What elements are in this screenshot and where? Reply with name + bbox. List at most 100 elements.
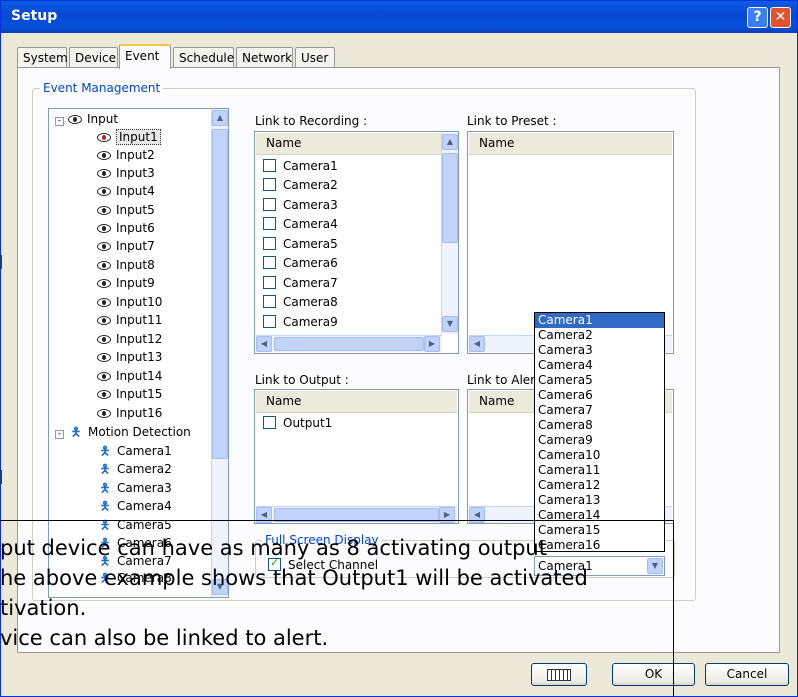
tree-item-input4[interactable]: Input4 (97, 182, 155, 200)
checkbox[interactable] (263, 416, 276, 429)
scroll-thumb[interactable] (442, 153, 458, 243)
recording-vscroll[interactable]: ▲ ▼ (441, 133, 458, 334)
recording-hscroll[interactable]: ◀ ▶ (256, 335, 442, 352)
tree-item-input5[interactable]: Input5 (97, 201, 155, 219)
scroll-right-icon[interactable]: ▶ (439, 507, 455, 523)
output-name-header[interactable]: Name (256, 391, 457, 413)
list-item[interactable]: Camera4 (263, 215, 338, 234)
scroll-thumb[interactable] (212, 129, 228, 459)
dropdown-option[interactable]: Camera16 (535, 538, 664, 553)
chevron-down-icon[interactable]: ▼ (647, 558, 663, 574)
tree-item-input14[interactable]: Input14 (97, 367, 162, 385)
scroll-left-icon[interactable]: ◀ (469, 336, 485, 352)
ok-button[interactable]: OK (612, 663, 695, 686)
dropdown-option[interactable]: Camera2 (535, 328, 664, 343)
list-item[interactable]: Camera5 (263, 235, 338, 254)
list-item[interactable]: Camera2 (263, 176, 338, 195)
tree-item-input15[interactable]: Input15 (97, 385, 162, 403)
dropdown-option[interactable]: Camera7 (535, 403, 664, 418)
output-hscroll[interactable]: ◀ ▶ (256, 506, 457, 523)
scroll-up-icon[interactable]: ▲ (212, 110, 228, 126)
collapse-icon[interactable]: - (55, 430, 64, 439)
title-bar[interactable]: Setup ? ✕ (1, 1, 797, 33)
dropdown-option[interactable]: Camera12 (535, 478, 664, 493)
scroll-left-icon[interactable]: ◀ (469, 507, 485, 523)
scroll-left-icon[interactable]: ◀ (256, 507, 272, 523)
tree-item-input11[interactable]: Input11 (97, 311, 162, 329)
link-recording-label: Link to Recording : (255, 114, 368, 128)
tree-item-input13[interactable]: Input13 (97, 348, 162, 366)
keyboard-button[interactable] (531, 663, 587, 686)
camera-dropdown-list[interactable]: Camera1 Camera2 Camera3 Camera4 Camera5 … (534, 312, 665, 552)
scroll-right-icon[interactable]: ▶ (424, 336, 440, 352)
cancel-button[interactable]: Cancel (705, 663, 789, 686)
tree-scrollbar[interactable]: ▲ ▼ (211, 109, 228, 597)
help-button[interactable]: ? (747, 7, 768, 28)
dropdown-option[interactable]: Camera11 (535, 463, 664, 478)
close-button[interactable]: ✕ (770, 7, 791, 28)
dropdown-option[interactable]: Camera10 (535, 448, 664, 463)
tree-item-input2[interactable]: Input2 (97, 146, 155, 164)
checkbox[interactable] (263, 237, 276, 250)
scroll-up-icon[interactable]: ▲ (442, 134, 458, 150)
checkbox[interactable] (263, 295, 276, 308)
tree-item-input9[interactable]: Input9 (97, 274, 155, 292)
tree-item-camera2[interactable]: 🯅 Camera2 (97, 460, 172, 478)
collapse-icon[interactable]: - (55, 117, 64, 126)
dropdown-option[interactable]: Camera6 (535, 388, 664, 403)
tree-item-camera4[interactable]: 🯅 Camera4 (97, 497, 172, 515)
dropdown-option[interactable]: Camera3 (535, 343, 664, 358)
list-item[interactable]: Camera1 (263, 157, 338, 176)
tab-device[interactable]: Device (69, 47, 118, 68)
person-icon: 🯅 (99, 444, 111, 458)
list-item[interactable]: Camera9 (263, 313, 338, 332)
preset-name-header[interactable]: Name (469, 133, 672, 155)
event-tree[interactable]: - Input Input1 Input2 Input3 Input4 Input… (48, 108, 229, 598)
dropdown-option[interactable]: Camera1 (535, 313, 664, 328)
tab-event[interactable]: Event (119, 44, 171, 69)
scroll-thumb[interactable] (274, 337, 424, 351)
tab-user[interactable]: User (295, 47, 335, 68)
tree-item-input1[interactable]: Input1 (97, 128, 161, 146)
tree-motion-root[interactable]: - 🯅 Motion Detection (55, 423, 191, 441)
list-item[interactable]: Camera6 (263, 254, 338, 273)
list-item[interactable]: Camera3 (263, 196, 338, 215)
output-list[interactable]: Name Output1 ◀ ▶ (254, 389, 459, 524)
tree-item-input16[interactable]: Input16 (97, 404, 162, 422)
dropdown-option[interactable]: Camera8 (535, 418, 664, 433)
checkbox[interactable] (263, 315, 276, 328)
tree-item-input6[interactable]: Input6 (97, 219, 155, 237)
dropdown-option[interactable]: Camera9 (535, 433, 664, 448)
scroll-thumb[interactable] (274, 508, 439, 522)
checkbox[interactable] (263, 276, 276, 289)
list-item[interactable]: Camera8 (263, 293, 338, 312)
checkbox[interactable] (263, 178, 276, 191)
checkbox[interactable] (263, 159, 276, 172)
tab-system[interactable]: System (17, 47, 68, 68)
tree-item-input7[interactable]: Input7 (97, 237, 155, 255)
checkbox[interactable] (263, 198, 276, 211)
tree-item-input12[interactable]: Input12 (97, 330, 162, 348)
checkbox[interactable] (263, 256, 276, 269)
list-item[interactable]: Output1 (263, 414, 332, 433)
scroll-down-icon[interactable]: ▼ (442, 316, 458, 332)
checkbox[interactable] (263, 217, 276, 230)
recording-list[interactable]: Name Camera1 Camera2 Camera3 Camera4 Cam… (254, 131, 459, 354)
dropdown-option[interactable]: Camera13 (535, 493, 664, 508)
tab-schedule[interactable]: Schedule (173, 47, 234, 68)
tree-input-root[interactable]: - Input (55, 110, 118, 128)
list-item[interactable]: Camera7 (263, 274, 338, 293)
tree-item-camera5[interactable]: 🯅 Camera5 (97, 516, 172, 534)
tree-item-input10[interactable]: Input10 (97, 293, 162, 311)
dropdown-option[interactable]: Camera14 (535, 508, 664, 523)
tree-item-camera1[interactable]: 🯅 Camera1 (97, 442, 172, 460)
dropdown-option[interactable]: Camera15 (535, 523, 664, 538)
tree-item-input8[interactable]: Input8 (97, 256, 155, 274)
scroll-left-icon[interactable]: ◀ (256, 336, 272, 352)
tree-item-input3[interactable]: Input3 (97, 164, 155, 182)
recording-name-header[interactable]: Name (256, 133, 441, 155)
tree-item-camera3[interactable]: 🯅 Camera3 (97, 479, 172, 497)
tab-network[interactable]: Network (236, 47, 293, 68)
dropdown-option[interactable]: Camera4 (535, 358, 664, 373)
dropdown-option[interactable]: Camera5 (535, 373, 664, 388)
